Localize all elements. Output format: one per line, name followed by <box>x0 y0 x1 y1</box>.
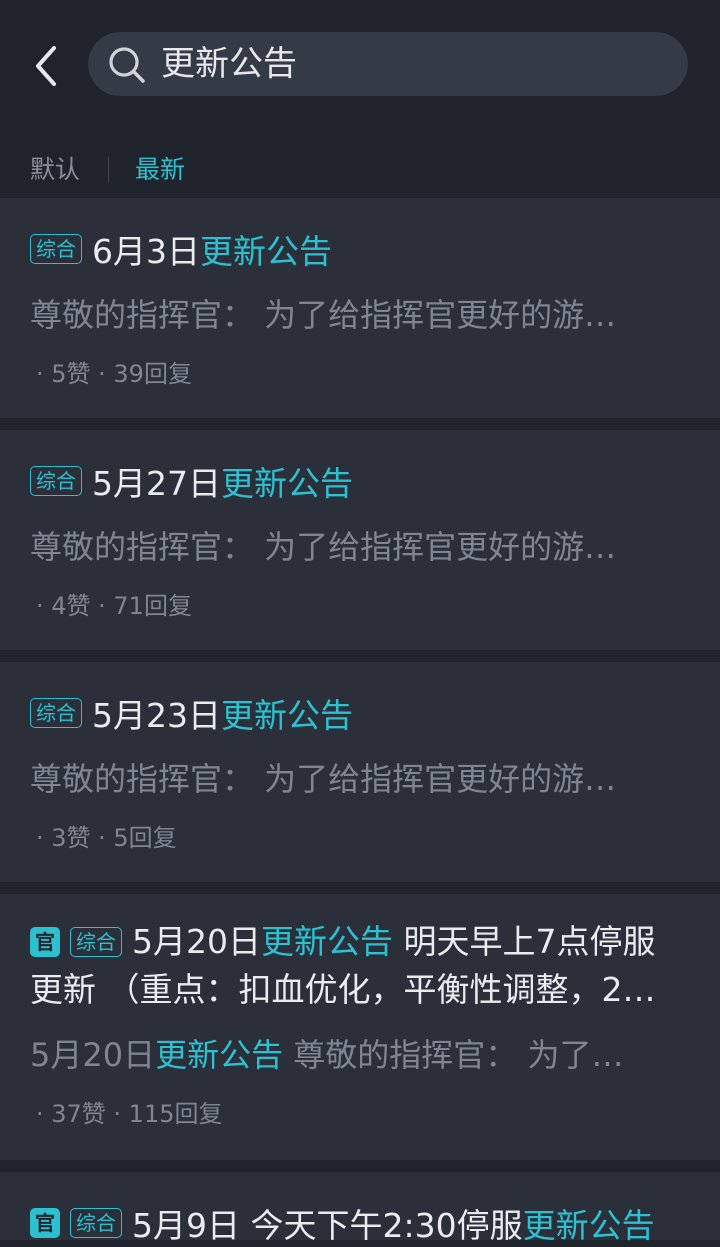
post-card[interactable]: 综合 6月3日 更新公告 尊敬的指挥官： 为了给指挥官更好的游… · 5赞 · 3… <box>0 198 720 418</box>
post-title: 综合 6月3日 更新公告 <box>30 226 332 272</box>
category-tag: 综合 <box>70 927 122 957</box>
post-title-date: 6月3日 <box>92 232 200 271</box>
search-icon <box>109 47 145 83</box>
post-title-line2: 更新 （重点：扣血优化，平衡性调整，2… <box>30 970 656 1009</box>
sort-divider <box>108 157 109 183</box>
search-query-text: 更新公告 <box>161 44 297 84</box>
post-card[interactable]: 官 综合 5月20日 更新公告 明天早上7点停服 更新 （重点：扣血优化，平衡性调… <box>0 894 720 1160</box>
chevron-left-icon <box>36 46 56 86</box>
post-stats: · 3赞 · 5回复 <box>36 824 177 852</box>
post-stats: · 5赞 · 39回复 <box>36 360 192 388</box>
post-excerpt: 5月20日更新公告 尊敬的指挥官： 为了… <box>30 1030 670 1076</box>
post-title-keyword: 更新公告 <box>200 232 332 271</box>
post-title-keyword: 更新公告 <box>261 922 393 961</box>
search-input[interactable]: 更新公告 <box>88 32 688 96</box>
category-tag: 综合 <box>30 698 82 728</box>
sort-default-tab[interactable]: 默认 <box>30 150 80 186</box>
post-card[interactable]: 综合 5月27日 更新公告 尊敬的指挥官： 为了给指挥官更好的游… · 4赞 · … <box>0 430 720 650</box>
post-title-date: 5月23日 <box>92 696 221 735</box>
sort-latest-tab[interactable]: 最新 <box>135 150 185 186</box>
post-excerpt-keyword: 更新公告 <box>155 1036 284 1074</box>
post-excerpt: 尊敬的指挥官： 为了给指挥官更好的游… <box>30 528 617 566</box>
post-title: 官 综合 5月20日 更新公告 明天早上7点停服 更新 （重点：扣血优化，平衡性调… <box>30 918 690 1014</box>
category-tag: 综合 <box>70 1208 122 1238</box>
post-title-suffix: 明天早上7点停服 <box>393 922 656 961</box>
post-title-keyword: 更新公告 <box>221 464 353 503</box>
post-excerpt: 尊敬的指挥官： 为了给指挥官更好的游… <box>30 296 617 334</box>
top-bar: 更新公告 <box>0 0 720 130</box>
post-title-date: 5月27日 <box>92 464 221 503</box>
category-tag: 综合 <box>30 466 82 496</box>
official-tag: 官 <box>30 1208 60 1238</box>
post-stats: · 37赞 · 115回复 <box>36 1100 223 1128</box>
post-title: 综合 5月23日 更新公告 <box>30 690 353 736</box>
back-button[interactable] <box>26 40 66 92</box>
official-tag: 官 <box>30 927 60 957</box>
sort-bar: 默认 最新 <box>0 140 720 198</box>
post-title-date: 5月20日 <box>132 922 261 961</box>
post-excerpt-suffix: 尊敬的指挥官： 为了… <box>283 1036 624 1074</box>
post-excerpt-date: 5月20日 <box>30 1036 156 1074</box>
post-title: 综合 5月27日 更新公告 <box>30 458 353 504</box>
post-card[interactable]: 官 综合 5月9日 今天下午2:30停服 更新公告 <box>0 1172 720 1245</box>
category-tag: 综合 <box>30 234 82 264</box>
post-card[interactable]: 综合 5月23日 更新公告 尊敬的指挥官： 为了给指挥官更好的游… · 3赞 · … <box>0 662 720 882</box>
post-title-keyword: 更新公告 <box>221 696 353 735</box>
post-title: 官 综合 5月9日 今天下午2:30停服 更新公告 <box>30 1200 655 1246</box>
post-stats: · 4赞 · 71回复 <box>36 592 192 620</box>
post-excerpt: 尊敬的指挥官： 为了给指挥官更好的游… <box>30 760 617 798</box>
